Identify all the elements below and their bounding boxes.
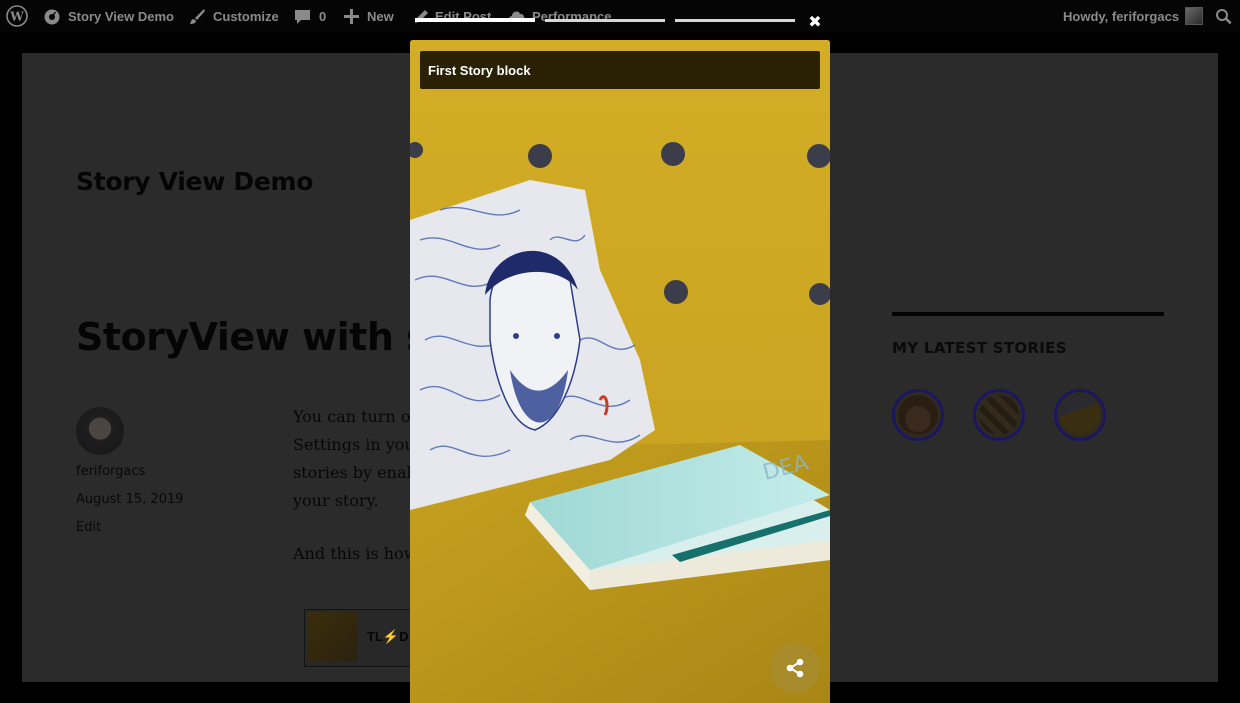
edit-link[interactable]: Edit [76,520,101,535]
plus-icon [344,8,359,24]
admin-bar-comments[interactable]: 0 [294,0,326,32]
admin-bar-edit-post[interactable]: Edit Post [414,0,491,32]
story-embed-title: TL⚡D [367,629,409,644]
sidebar-title: MY LATEST STORIES [892,339,1067,357]
share-button[interactable] [770,643,820,693]
share-icon [786,658,804,678]
story-thumbnail-2[interactable] [973,389,1025,441]
user-avatar-icon [1185,7,1204,25]
author-avatar [76,407,124,455]
paragraph-line: stories by enab [293,463,417,482]
story-thumbnail-3[interactable] [1054,389,1106,441]
site-name-label: Story View Demo [68,8,174,24]
customize-label: Customize [213,8,279,24]
story-viewer[interactable]: DEA First Story block [410,40,830,703]
post-date[interactable]: August 15, 2019 [76,492,184,507]
comment-icon [295,9,310,24]
search-icon[interactable] [1215,0,1232,32]
close-icon[interactable]: ✖ [806,12,824,32]
admin-bar: W Story View Demo Customize 0 New Edit P… [0,0,1240,32]
howdy-greeting: Howdy, feriforgacs [1063,8,1180,24]
brush-icon [190,8,205,24]
dashboard-icon [44,9,60,25]
story-thumbnail-1[interactable] [892,389,944,441]
story-image: DEA [410,40,830,703]
admin-bar-customize[interactable]: Customize [189,0,279,32]
paragraph-line: You can turn o [293,407,411,426]
paragraph-line: And this is how [293,544,418,563]
new-label: New [367,8,394,24]
admin-bar-performance[interactable]: Performance [508,0,611,32]
story-progress-segment-3 [675,19,795,22]
svg-text:W: W [9,10,24,24]
wordpress-logo-icon[interactable]: W [6,0,28,32]
story-progress-segment-1 [415,18,535,22]
story-progress-segment-2 [545,19,665,22]
story-caption: First Story block [420,51,820,89]
comments-count: 0 [319,8,327,24]
site-title[interactable]: Story View Demo [76,167,313,196]
paragraph-line: Settings in you [293,435,415,454]
paragraph-line: your story. [293,491,379,510]
admin-bar-site-link[interactable]: Story View Demo [43,0,174,32]
sidebar-divider [892,312,1164,316]
story-embed-thumbnail [307,612,357,662]
author-name[interactable]: feriforgacs [76,464,145,479]
admin-bar-account[interactable]: Howdy, feriforgacs [1063,0,1204,32]
admin-bar-new[interactable]: New [344,0,394,32]
post-title: StoryView with s [76,315,429,359]
